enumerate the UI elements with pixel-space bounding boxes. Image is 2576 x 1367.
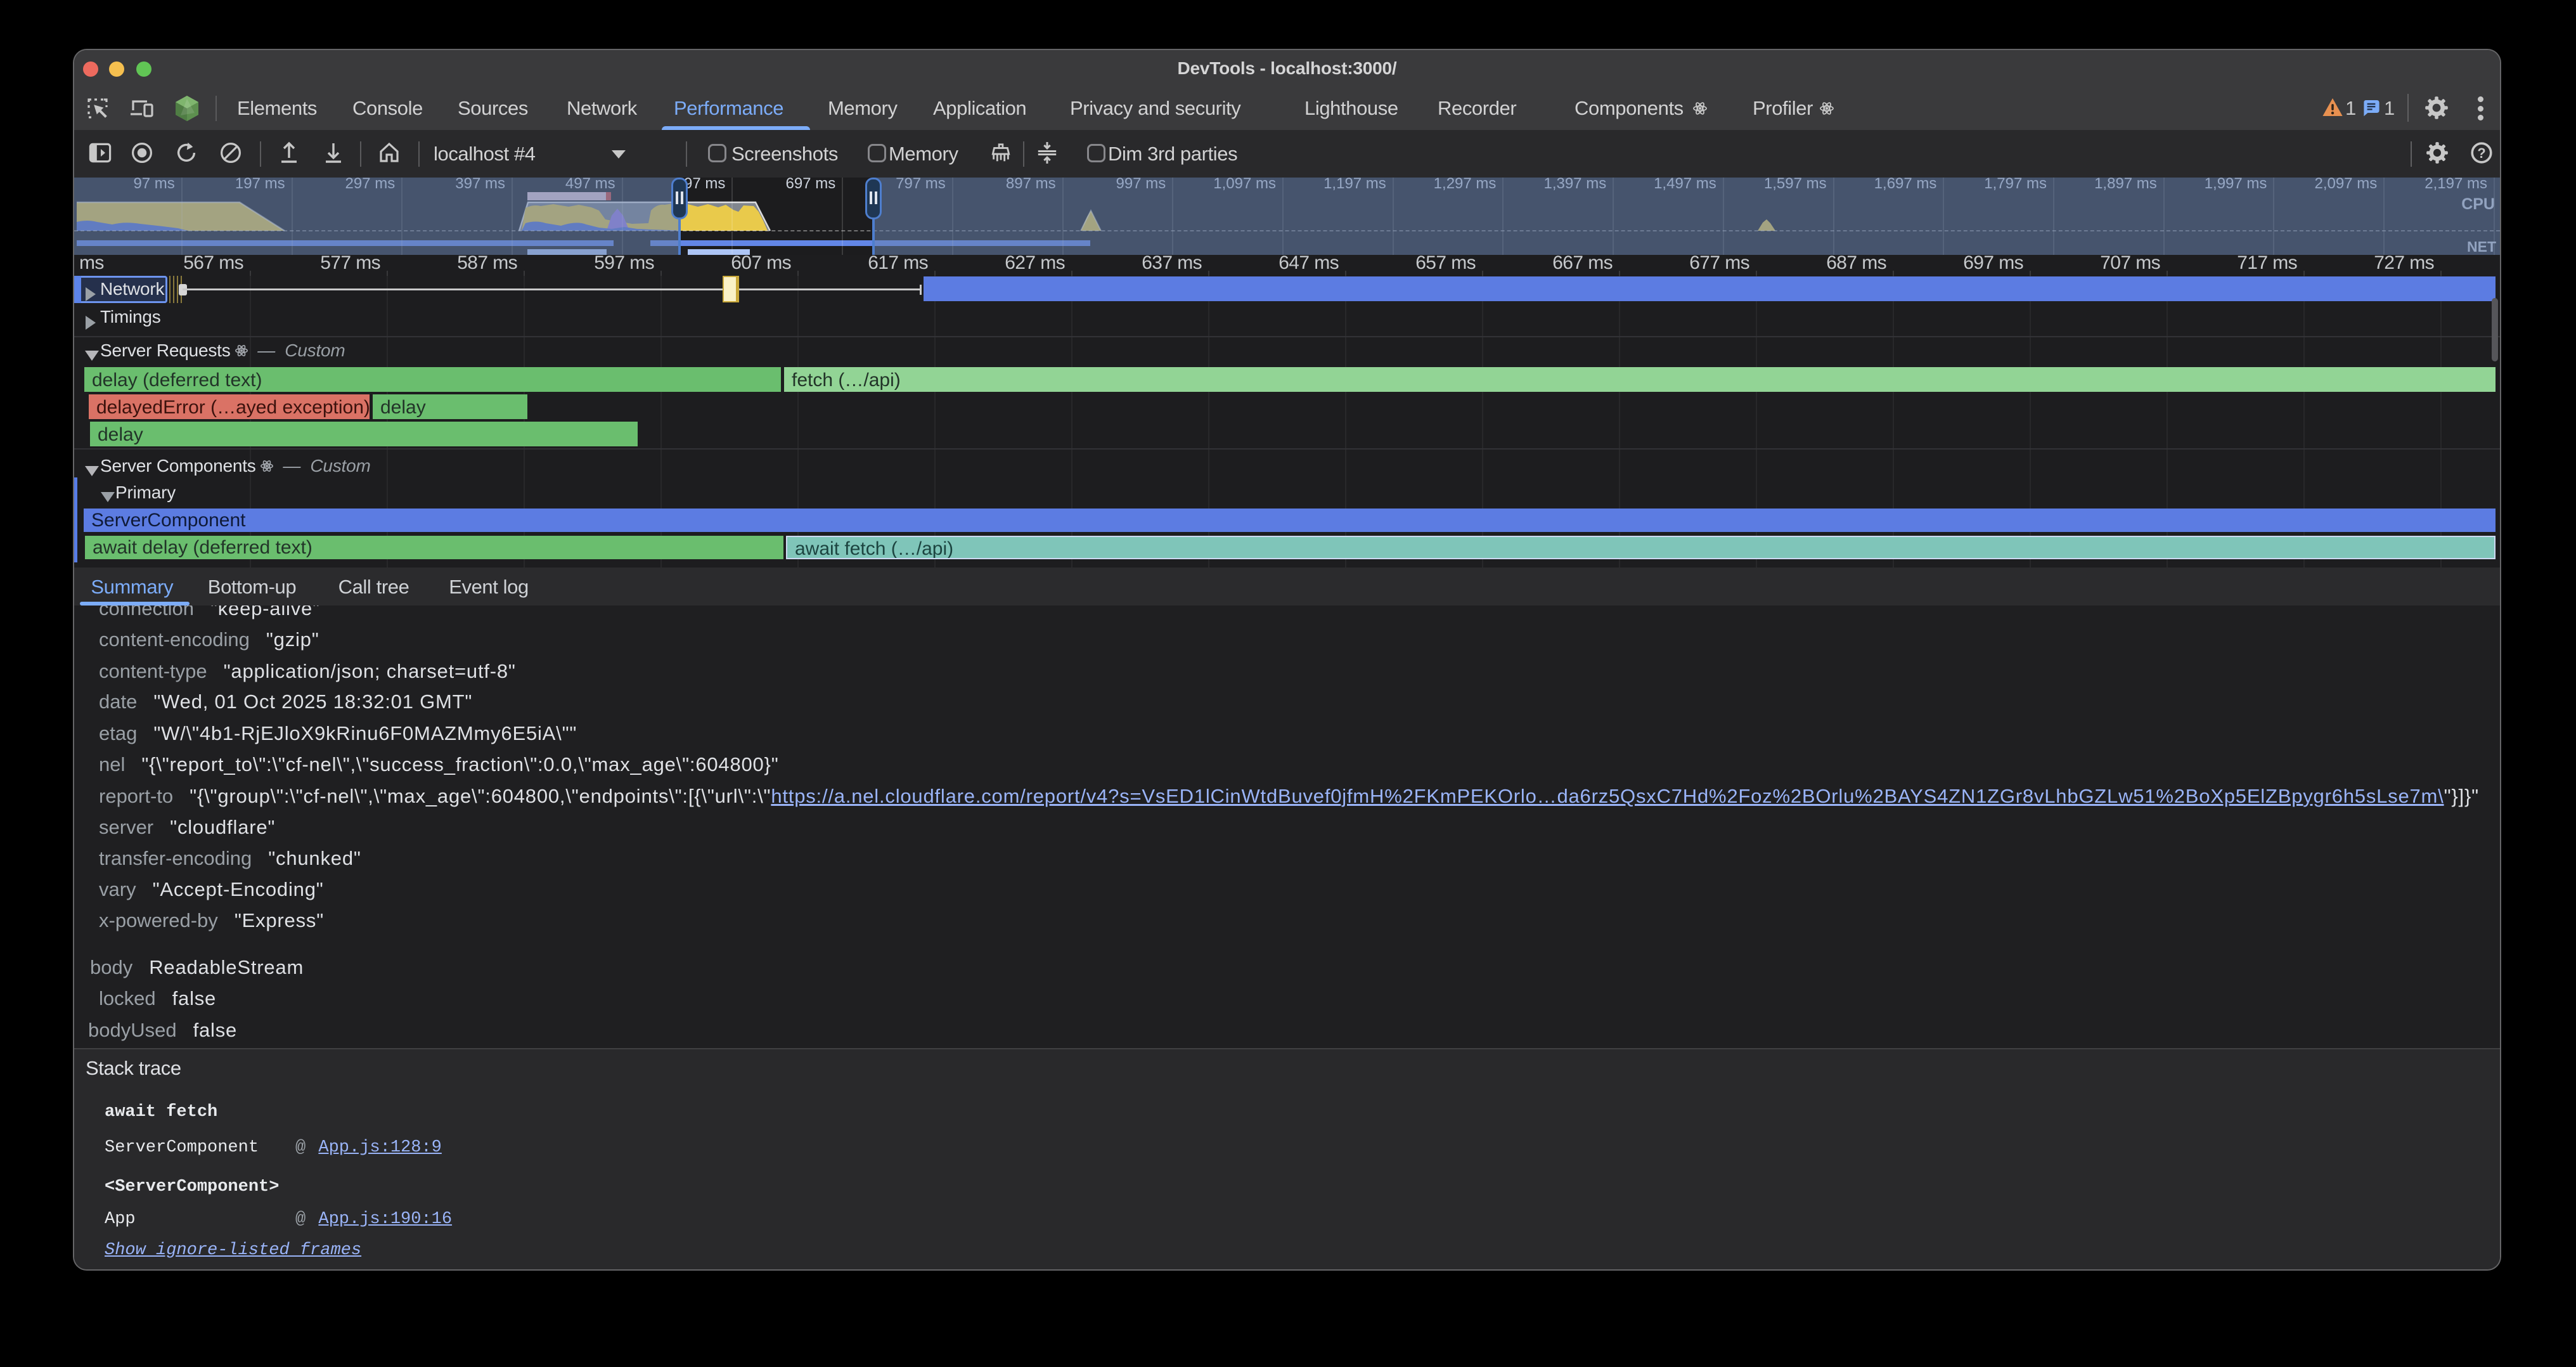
svg-text:?: ?: [2477, 145, 2485, 161]
